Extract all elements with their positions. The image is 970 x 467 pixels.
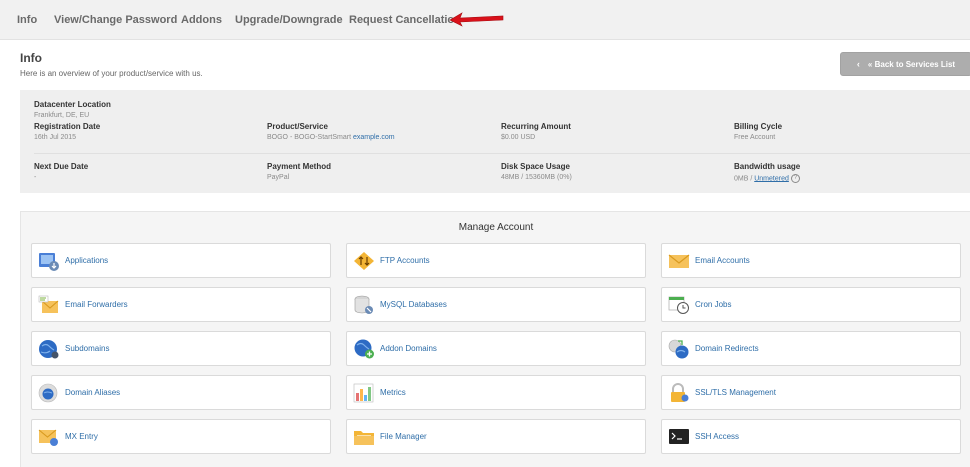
domain-redirects-card[interactable]: Domain Redirects: [661, 331, 961, 366]
registration-label: Registration Date: [34, 122, 101, 131]
question-circle-icon[interactable]: ?: [790, 174, 800, 183]
bandwidth-value: 0MB / Unmetered?: [734, 174, 800, 183]
email-forwarders-label: Email Forwarders: [65, 300, 128, 309]
ssl-tls-label: SSL/TLS Management: [695, 388, 776, 397]
tab-view-change-password[interactable]: View/Change Password: [54, 14, 177, 26]
ftp-icon: [354, 252, 374, 270]
email-accounts-card[interactable]: Email Accounts: [661, 243, 961, 278]
manage-account-panel: Manage Account Applications FTP Accounts…: [20, 211, 970, 467]
top-nav: Info View/Change Password Addons Upgrade…: [0, 0, 970, 40]
datacenter-value: Frankfurt, DE, EU: [34, 112, 90, 119]
disk-label: Disk Space Usage: [501, 162, 570, 171]
mysql-databases-card[interactable]: MySQL Databases: [346, 287, 646, 322]
globe-alias-icon: [38, 383, 58, 403]
subdomains-card[interactable]: Subdomains: [31, 331, 331, 366]
folder-icon: [354, 431, 374, 445]
manage-account-title: Manage Account: [458, 222, 534, 233]
unmetered-link[interactable]: Unmetered: [754, 175, 789, 182]
applications-card[interactable]: Applications: [31, 243, 331, 278]
back-button-label: « Back to Services List: [867, 59, 956, 69]
applications-icon: [39, 253, 59, 271]
ssl-lock-icon: [671, 383, 689, 402]
file-manager-card[interactable]: File Manager: [346, 419, 646, 454]
cron-jobs-label: Cron Jobs: [695, 300, 732, 309]
metrics-icon: [353, 383, 374, 403]
annotation-arrow-icon: [449, 12, 504, 27]
addon-domains-label: Addon Domains: [380, 344, 437, 353]
email-icon: [668, 254, 690, 268]
due-label: Next Due Date: [34, 162, 89, 171]
ssh-access-label: SSH Access: [695, 432, 740, 441]
bandwidth-label: Bandwidth usage: [734, 162, 801, 171]
page-title: Info: [20, 51, 42, 65]
cron-jobs-card[interactable]: Cron Jobs: [661, 287, 961, 322]
product-info-panel: Datacenter Location Frankfurt, DE, EU Re…: [20, 90, 970, 193]
metrics-card[interactable]: Metrics: [346, 375, 646, 410]
payment-value: PayPal: [267, 174, 290, 181]
recurring-value: $0.00 USD: [501, 134, 536, 141]
domain-redirects-label: Domain Redirects: [695, 344, 759, 353]
registration-value: 16th Jul 2015: [34, 134, 77, 141]
ftp-accounts-label: FTP Accounts: [380, 256, 430, 265]
disk-value: 48MB / 15360MB (0%): [501, 174, 572, 181]
mx-icon: [38, 429, 58, 446]
product-label: Product/Service: [267, 122, 328, 131]
chevron-left-icon: ‹: [856, 59, 860, 69]
email-forwarders-card[interactable]: Email Forwarders: [31, 287, 331, 322]
database-icon: [354, 295, 373, 314]
domain-aliases-card[interactable]: Domain Aliases: [31, 375, 331, 410]
bandwidth-used: 0MB /: [734, 175, 755, 183]
datacenter-label: Datacenter Location: [34, 100, 111, 109]
email-forwarder-icon: [38, 295, 59, 313]
back-to-services-button[interactable]: ‹ « Back to Services List: [840, 52, 970, 76]
mysql-databases-label: MySQL Databases: [380, 300, 447, 309]
globe-add-icon: [354, 339, 374, 359]
email-accounts-label: Email Accounts: [695, 256, 750, 265]
addon-domains-card[interactable]: Addon Domains: [346, 331, 646, 366]
tab-info[interactable]: Info: [17, 14, 37, 26]
product-domain-link[interactable]: example.com: [353, 134, 395, 141]
tab-upgrade-downgrade[interactable]: Upgrade/Downgrade: [235, 14, 343, 26]
billing-label: Billing Cycle: [734, 122, 783, 131]
page-subtitle: Here is an overview of your product/serv…: [20, 69, 203, 78]
metrics-label: Metrics: [380, 388, 406, 397]
applications-label: Applications: [65, 256, 109, 265]
tab-addons[interactable]: Addons: [181, 14, 222, 26]
product-name: BOGO - BOGO-StartSmart: [267, 134, 353, 141]
globe-icon: [39, 340, 59, 359]
tab-request-cancellation[interactable]: Request Cancellation: [349, 14, 461, 26]
subdomains-label: Subdomains: [65, 344, 110, 353]
cron-icon: [668, 296, 689, 314]
globe-redirect-icon: [668, 339, 689, 359]
ssl-tls-card[interactable]: SSL/TLS Management: [661, 375, 961, 410]
ftp-accounts-card[interactable]: FTP Accounts: [346, 243, 646, 278]
payment-label: Payment Method: [267, 162, 332, 171]
mx-entry-card[interactable]: MX Entry: [31, 419, 331, 454]
mx-entry-label: MX Entry: [65, 432, 98, 441]
due-value: -: [34, 174, 37, 181]
terminal-icon: [669, 429, 689, 444]
billing-value: Free Account: [734, 134, 776, 141]
recurring-label: Recurring Amount: [501, 122, 571, 131]
ssh-access-card[interactable]: SSH Access: [661, 419, 961, 454]
info-divider: [34, 153, 970, 154]
product-value: BOGO - BOGO-StartSmart example.com: [267, 134, 395, 141]
domain-aliases-label: Domain Aliases: [65, 388, 121, 397]
file-manager-label: File Manager: [380, 432, 427, 441]
